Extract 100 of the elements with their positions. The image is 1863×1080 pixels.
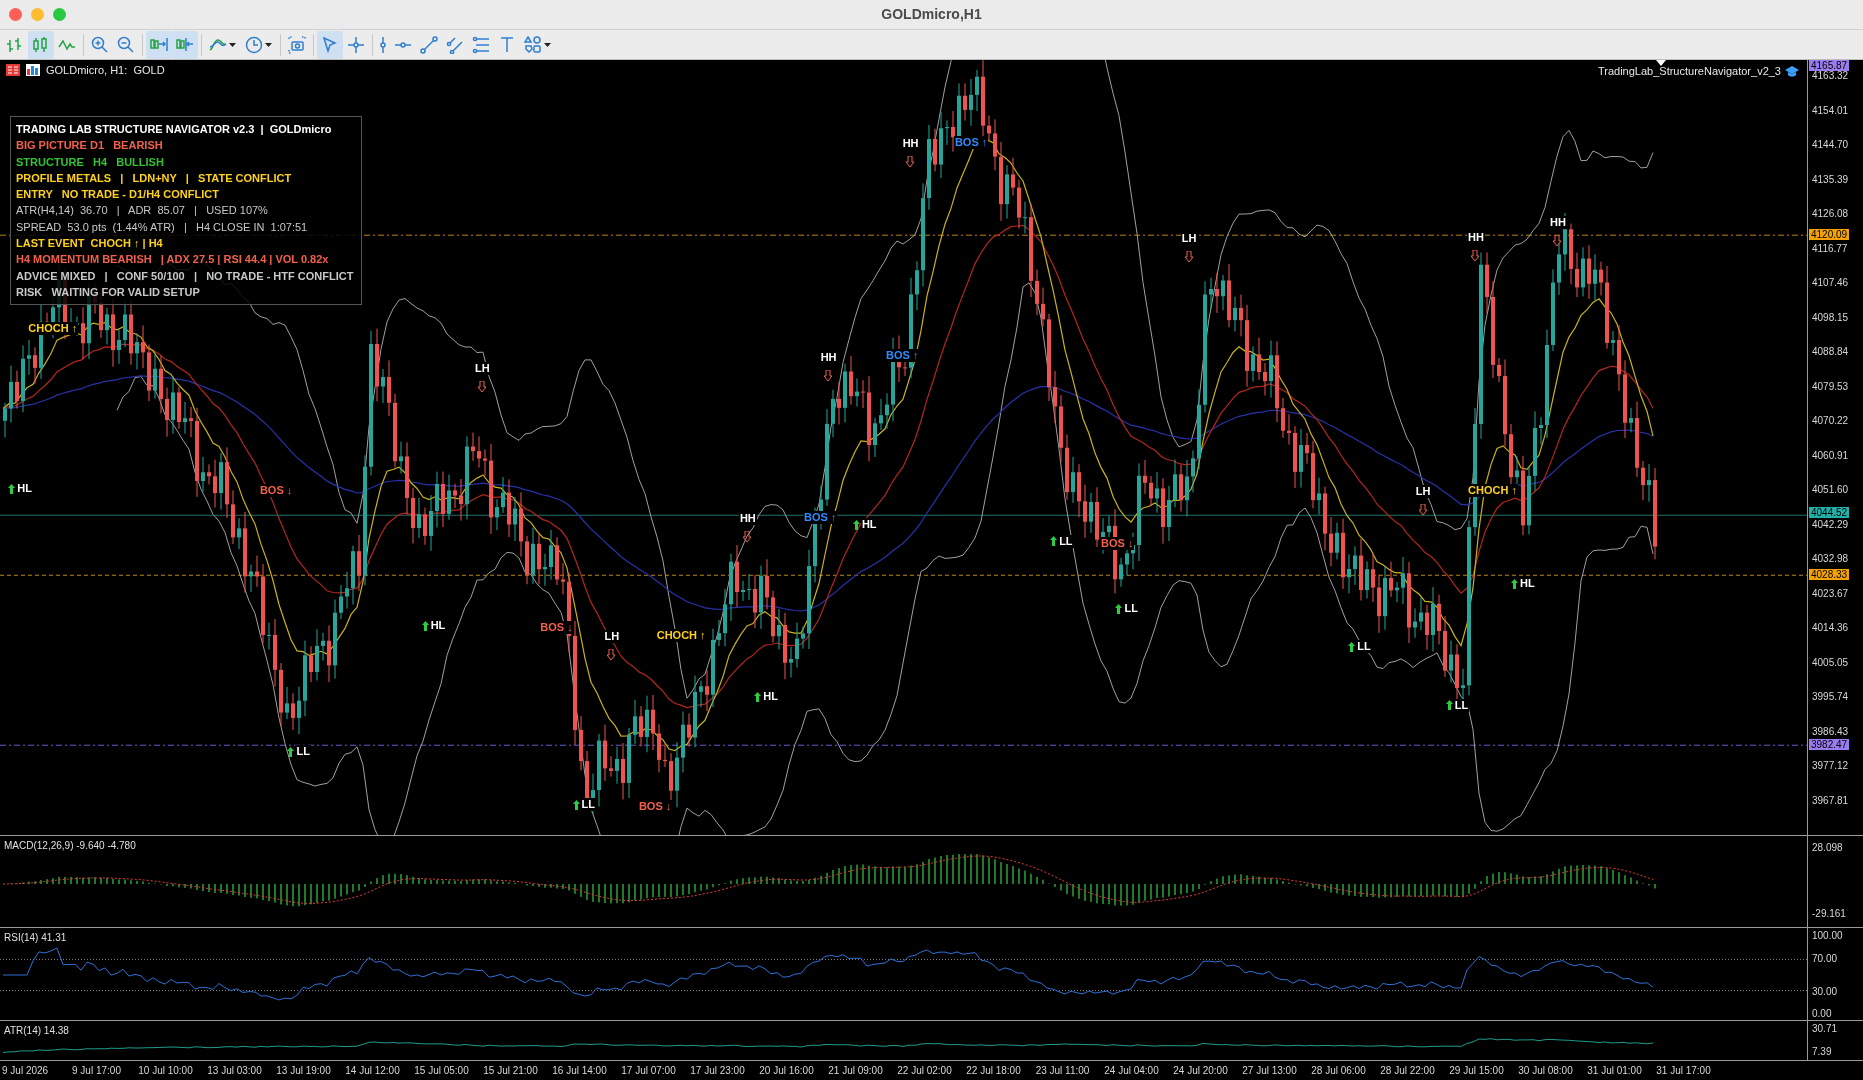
structure-label: LL (1058, 534, 1074, 548)
chart-icon[interactable] (26, 64, 40, 77)
horizontal-line-icon (394, 41, 412, 48)
structure-label: BOS ↑ (803, 510, 838, 524)
time-tick-label: 13 Jul 03:00 (206, 1064, 263, 1078)
down-arrow-icon (823, 369, 832, 381)
price-tick-label: 4051.60 (1812, 484, 1849, 497)
clock-icon (245, 35, 273, 54)
autoscroll-icon (150, 35, 168, 54)
candlestick-button[interactable] (28, 30, 54, 59)
price-tick-label: 4135.39 (1812, 173, 1849, 186)
time-tick-label: 9 Jul 2026 (1, 1064, 50, 1078)
structure-label: BOS ↓ (1100, 537, 1135, 551)
close-button[interactable] (9, 8, 22, 21)
price-tick-label: 4126.08 (1812, 208, 1849, 221)
time-tick-label: 17 Jul 23:00 (689, 1064, 746, 1078)
down-arrow-icon (607, 648, 616, 660)
price-tick-label: 3995.74 (1812, 691, 1849, 704)
zoom-button[interactable] (53, 8, 66, 21)
time-tick-label: 14 Jul 12:00 (344, 1064, 401, 1078)
up-arrow-icon (852, 519, 860, 530)
down-arrow-icon (1418, 503, 1427, 515)
structure-label: LH (473, 362, 491, 376)
panel-line: H4 MOMENTUM BEARISH | ADX 27.5 | RSI 44.4 | VOL 0.82x (16, 252, 330, 268)
up-arrow-icon (421, 620, 429, 631)
price-tick-label: 3977.12 (1812, 760, 1849, 773)
time-tick-label: 15 Jul 21:00 (482, 1064, 539, 1078)
up-arrow-icon (1115, 603, 1123, 614)
price-tick-label: 4107.46 (1812, 277, 1849, 290)
panel-line: RISK WAITING FOR VALID SETUP (16, 284, 201, 300)
up-arrow-icon (1445, 700, 1453, 711)
price-tag: 4044.52 (1809, 506, 1850, 518)
graduation-cap-icon[interactable] (1785, 65, 1799, 77)
indicator-tick-label: 0.00 (1812, 1008, 1832, 1020)
structure-label: BOS ↓ (539, 621, 574, 635)
structure-label: CHOCH ↑ (27, 322, 79, 336)
time-tick-label: 20 Jul 16:00 (758, 1064, 815, 1078)
indicator-tick-label: 30.71 (1812, 1023, 1838, 1035)
price-tick-label: 4070.22 (1812, 415, 1849, 428)
time-tick-label: 15 Jul 05:00 (413, 1064, 470, 1078)
chart-symbol-label: GOLDmicro, H1: GOLD (46, 63, 165, 78)
price-tick-label: 4098.15 (1812, 311, 1849, 324)
vertical-line-icon (380, 35, 386, 54)
structure-label: BOS ↑ (953, 135, 989, 149)
panel-line: ENTRY NO TRADE - D1/H4 CONFLICT (16, 187, 220, 203)
structure-label: LH (1180, 231, 1198, 245)
price-tick-label: 4023.67 (1812, 587, 1849, 600)
atr-label: ATR(14) 14.38 (4, 1024, 69, 1038)
structure-label: LL (580, 798, 596, 812)
triangle-marker-icon[interactable] (1656, 60, 1666, 66)
chart-shift-button[interactable] (172, 30, 198, 59)
price-tag: 3982.47 (1809, 739, 1850, 750)
time-tick-label: 24 Jul 04:00 (1103, 1064, 1160, 1078)
list-icon[interactable] (6, 64, 20, 77)
time-tick-label: 17 Jul 07:00 (620, 1064, 677, 1078)
panel-line: TRADING LAB STRUCTURE NAVIGATOR v2.3 | GOLDmicro (16, 122, 333, 137)
panel-line: SPREAD 53.0 pts (1.44% ATR) | H4 CLOSE IN 1:07:51 (16, 219, 309, 235)
up-arrow-icon (1348, 641, 1356, 652)
zoom-out-icon (117, 35, 135, 54)
price-tick-label: 4060.91 (1812, 449, 1849, 462)
time-tick-label: 28 Jul 06:00 (1310, 1064, 1367, 1078)
down-arrow-icon (1184, 250, 1193, 262)
time-tick-label: 30 Jul 08:00 (1517, 1064, 1574, 1078)
down-arrow-icon (742, 531, 751, 543)
time-tick-label: 31 Jul 17:00 (1655, 1064, 1712, 1078)
panel-line: ATR(H4,14) 36.70 | ADR 85.07 | USED 107% (16, 203, 269, 219)
structure-label: HH (1549, 216, 1567, 230)
price-tick-label: 4032.98 (1812, 553, 1849, 566)
time-tick-label: 23 Jul 11:00 (1034, 1064, 1091, 1078)
time-tick-label: 22 Jul 18:00 (965, 1064, 1022, 1078)
time-tick-label: 21 Jul 09:00 (827, 1064, 884, 1078)
camera-icon (288, 35, 306, 54)
structure-label: HH (738, 512, 757, 526)
cursor-arrow-button[interactable] (317, 30, 343, 59)
structure-label: LH (1414, 484, 1432, 498)
structure-label: CHOCH ↑ (655, 628, 707, 642)
structure-label: LL (1453, 698, 1470, 712)
price-tick-label: 3986.43 (1812, 725, 1849, 738)
price-tick-label: 4116.77 (1812, 242, 1848, 255)
fibonacci-lines-icon (472, 35, 490, 54)
price-tick-label: 4014.36 (1812, 622, 1849, 635)
price-tick-label: 4079.53 (1812, 380, 1849, 393)
chart-shift-icon (176, 35, 194, 54)
cursor-arrow-icon (321, 35, 339, 54)
structure-label: LL (295, 745, 311, 758)
panel-line: ADVICE MIXED | CONF 50/100 | NO TRADE - HTF CONFLICT (16, 268, 355, 284)
panel-line: PROFILE METALS | LDN+NY | STATE CONFLICT (16, 170, 293, 186)
autoscroll-button[interactable] (146, 30, 172, 59)
price-tick-label: 4144.70 (1812, 139, 1849, 152)
up-arrow-icon (754, 691, 762, 702)
structure-label: BOS ↓ (258, 483, 294, 497)
channel-lines-icon (446, 35, 464, 54)
price-tick-label: 4088.84 (1812, 346, 1849, 359)
text-tool-icon (498, 35, 516, 54)
structure-label: HH (901, 136, 920, 150)
indicator-tick-label: 30.00 (1812, 986, 1838, 998)
structure-label: HH (1467, 230, 1485, 244)
indicator-tick-label: 70.00 (1812, 953, 1838, 965)
time-tick-label: 29 Jul 15:00 (1448, 1064, 1505, 1078)
price-tick-label: 4042.29 (1812, 518, 1849, 531)
